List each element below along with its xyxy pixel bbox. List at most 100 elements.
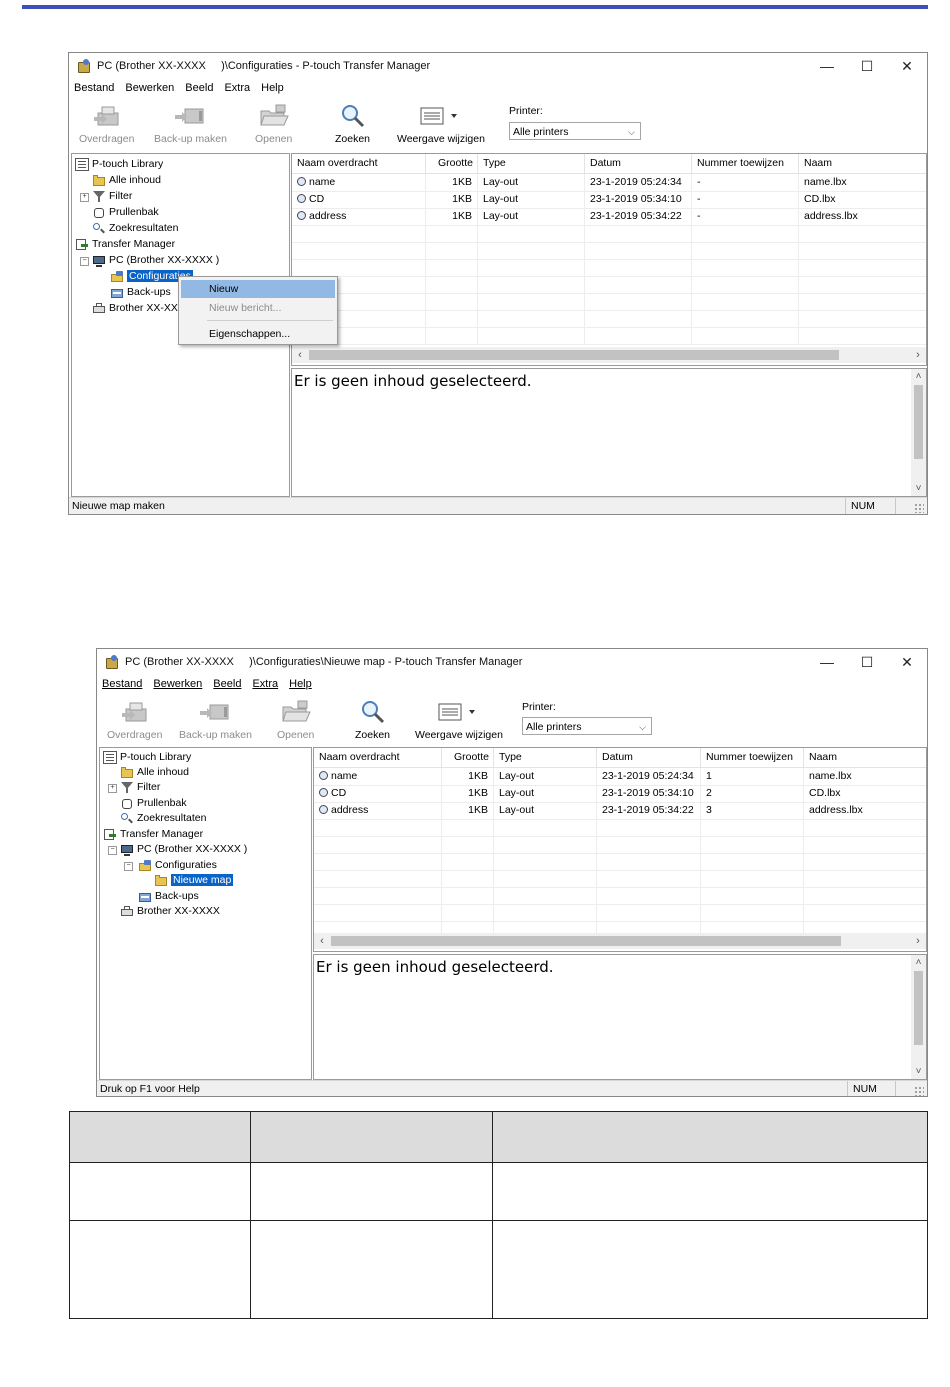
menu-beeld[interactable]: Beeld [213, 678, 241, 690]
scrollbar-thumb[interactable] [309, 350, 839, 360]
tree-item-transfer-manager[interactable]: Transfer Manager [75, 236, 175, 252]
change-view-button[interactable]: Weergave wijzigen [397, 101, 485, 145]
column-date[interactable]: Datum [585, 154, 692, 173]
open-button[interactable]: Openen [277, 697, 314, 741]
column-file-name[interactable]: Naam [804, 748, 926, 767]
horizontal-scrollbar[interactable]: ‹ › [292, 347, 926, 363]
backup-button[interactable]: Back-up maken [179, 697, 252, 741]
close-button[interactable]: ✕ [887, 53, 927, 79]
column-size[interactable]: Grootte [426, 154, 478, 173]
column-date[interactable]: Datum [597, 748, 701, 767]
open-button[interactable]: Openen [255, 101, 292, 145]
tree-item-all-content[interactable]: Alle inhoud [92, 172, 161, 188]
printer-dropdown[interactable]: Alle printers ⌵ [509, 122, 641, 140]
table-row[interactable]: address 1KB Lay-out 23-1-2019 05:34:22 3 addr… [314, 802, 926, 820]
tree-item-new-folder[interactable]: Nieuwe map [154, 872, 234, 888]
scroll-left-icon[interactable]: ‹ [314, 933, 330, 949]
cell-file-name [804, 853, 926, 870]
table-row[interactable]: name 1KB Lay-out 23-1-2019 05:24:34 - name.lb… [292, 174, 926, 192]
minimize-button[interactable]: — [807, 53, 847, 79]
column-type[interactable]: Type [494, 748, 597, 767]
collapse-pc-toggle[interactable]: − [80, 257, 89, 266]
tree-item-filter[interactable]: Filter [120, 779, 160, 795]
cell-date: 23-1-2019 05:24:34 [597, 768, 701, 785]
transfer-manager-icon [75, 238, 89, 251]
tree-item-backups[interactable]: Back-ups [138, 888, 199, 904]
menu-beeld[interactable]: Beeld [185, 82, 213, 94]
vertical-scrollbar[interactable]: ˄ ˅ [911, 955, 926, 1079]
maximize-button[interactable]: ☐ [847, 53, 887, 79]
scrollbar-thumb[interactable] [331, 936, 841, 946]
configurations-icon [138, 859, 152, 872]
table-row[interactable]: CD 1KB Lay-out 23-1-2019 05:34:10 - CD.lbx [292, 191, 926, 209]
expand-filter-toggle[interactable]: + [108, 784, 117, 793]
close-button[interactable]: ✕ [887, 649, 927, 675]
tree-item-search-results[interactable]: Zoekresultaten [120, 810, 206, 826]
menu-bestand[interactable]: Bestand [102, 678, 142, 690]
scroll-right-icon[interactable]: › [910, 933, 926, 949]
minimize-button[interactable]: — [807, 649, 847, 675]
context-menu-new[interactable]: Nieuw [181, 280, 335, 298]
menu-bewerken[interactable]: Bewerken [153, 678, 202, 690]
list-header: Naam overdracht Grootte Type Datum Numme… [292, 154, 926, 174]
menu-extra[interactable]: Extra [252, 678, 278, 690]
horizontal-scrollbar[interactable]: ‹ › [314, 933, 926, 949]
change-view-button[interactable]: Weergave wijzigen [415, 697, 503, 741]
scroll-up-icon[interactable]: ˄ [911, 369, 926, 384]
column-key-assign[interactable]: Nummer toewijzen [692, 154, 799, 173]
tree-item-brother-printer[interactable]: Brother XX-XX [92, 300, 178, 316]
scroll-left-icon[interactable]: ‹ [292, 347, 308, 363]
scroll-right-icon[interactable]: › [910, 347, 926, 363]
menu-extra[interactable]: Extra [224, 82, 250, 94]
title-bar[interactable]: PC (Brother XX-XXXX )\Configuraties\Nieu… [97, 649, 927, 675]
table-row[interactable]: CD 1KB Lay-out 23-1-2019 05:34:10 2 CD.lbx [314, 785, 926, 803]
tree-item-pc[interactable]: PC (Brother XX-XXXX ) [92, 252, 219, 268]
menu-bewerken[interactable]: Bewerken [125, 82, 174, 94]
scroll-down-icon[interactable]: ˅ [911, 1064, 926, 1079]
scroll-down-icon[interactable]: ˅ [911, 481, 926, 496]
menu-help[interactable]: Help [289, 678, 312, 690]
vertical-scrollbar[interactable]: ˄ ˅ [911, 369, 926, 496]
backups-icon [110, 286, 124, 299]
tree-item-pc[interactable]: PC (Brother XX-XXXX ) [120, 841, 247, 857]
transfer-button[interactable]: Overdragen [79, 101, 134, 145]
column-file-name[interactable]: Naam [799, 154, 926, 173]
resize-grip-icon[interactable] [914, 503, 924, 513]
tree-item-brother-printer[interactable]: Brother XX-XXXX [120, 903, 220, 919]
backup-button[interactable]: Back-up maken [154, 101, 227, 145]
menu-help[interactable]: Help [261, 82, 284, 94]
tree-item-library[interactable]: P-touch Library [75, 156, 163, 172]
search-button[interactable]: Zoeken [335, 101, 370, 145]
column-key-assign[interactable]: Nummer toewijzen [701, 748, 804, 767]
tree-item-filter[interactable]: Filter [92, 188, 132, 204]
column-transfer-name[interactable]: Naam overdracht [292, 154, 426, 173]
column-size[interactable]: Grootte [442, 748, 494, 767]
tree-item-recycle-bin[interactable]: Prullenbak [92, 204, 159, 220]
tree-item-transfer-manager[interactable]: Transfer Manager [103, 826, 203, 842]
tree-item-recycle-bin[interactable]: Prullenbak [120, 795, 187, 811]
tree-item-configurations[interactable]: Configuraties [138, 857, 217, 873]
scroll-up-icon[interactable]: ˄ [911, 955, 926, 970]
collapse-configurations-toggle[interactable]: − [124, 862, 133, 871]
cell-size-text: 1KB [452, 210, 472, 222]
collapse-pc-toggle[interactable]: − [108, 846, 117, 855]
tree-item-search-results[interactable]: Zoekresultaten [92, 220, 178, 236]
expand-filter-toggle[interactable]: + [80, 193, 89, 202]
table-row[interactable]: address 1KB Lay-out 23-1-2019 05:34:22 - addr… [292, 208, 926, 226]
resize-grip-icon[interactable] [914, 1086, 924, 1096]
scrollbar-thumb[interactable] [914, 385, 923, 459]
menu-bestand[interactable]: Bestand [74, 82, 114, 94]
column-type[interactable]: Type [478, 154, 585, 173]
tree-item-all-content[interactable]: Alle inhoud [120, 764, 189, 780]
column-transfer-name[interactable]: Naam overdracht [314, 748, 442, 767]
search-button[interactable]: Zoeken [355, 697, 390, 741]
printer-dropdown[interactable]: Alle printers ⌵ [522, 717, 652, 735]
table-row[interactable]: name 1KB Lay-out 23-1-2019 05:24:34 1 name.lb… [314, 768, 926, 786]
transfer-button[interactable]: Overdragen [107, 697, 162, 741]
tree-item-backups[interactable]: Back-ups [110, 284, 171, 300]
context-menu-properties[interactable]: Eigenschappen... [181, 325, 335, 343]
maximize-button[interactable]: ☐ [847, 649, 887, 675]
scrollbar-thumb[interactable] [914, 971, 923, 1045]
tree-item-library[interactable]: P-touch Library [103, 749, 191, 765]
title-bar[interactable]: PC (Brother XX-XXXX )\Configuraties - P-… [69, 53, 927, 79]
